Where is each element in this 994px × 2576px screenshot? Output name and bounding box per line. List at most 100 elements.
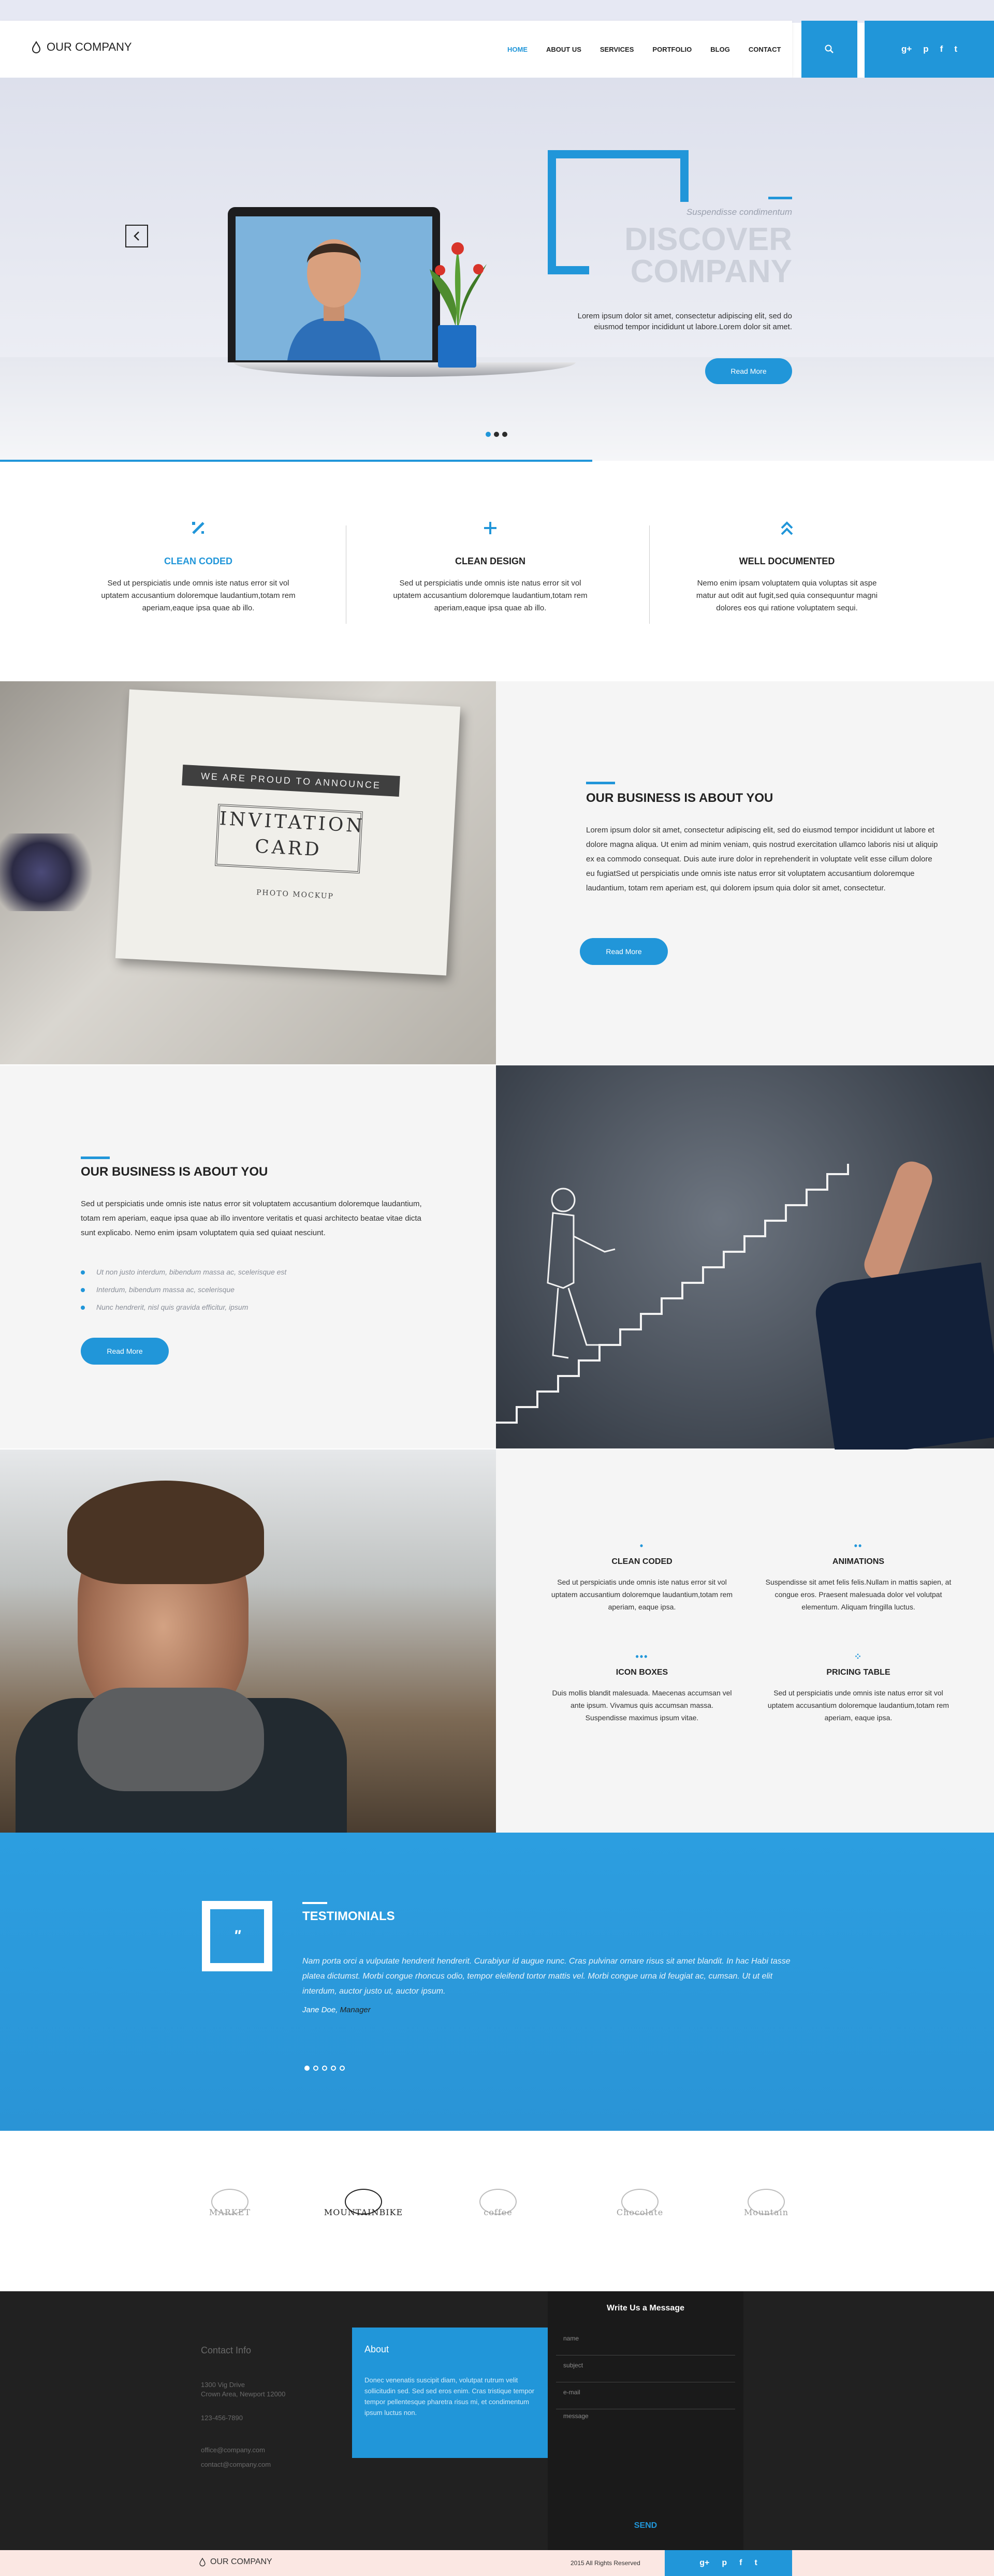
pinterest-icon[interactable]: p (923, 44, 928, 54)
client-logo-mountain[interactable]: Mountain (735, 2179, 797, 2226)
feature-text: Sed ut perspiciatis unde omnis iste natu… (101, 579, 296, 612)
slider-progress-bar (0, 460, 592, 462)
about-read-more-button[interactable]: Read More (81, 1338, 169, 1365)
about-read-more-button[interactable]: Read More (580, 938, 668, 965)
list-item: Interdum, bibendum massa ac, scelerisque (81, 1281, 286, 1298)
google-plus-icon[interactable]: g+ (901, 44, 912, 54)
pinterest-icon[interactable]: p (722, 2558, 727, 2568)
twitter-icon[interactable]: t (754, 2558, 757, 2568)
hero-read-more-button[interactable]: Read More (705, 358, 792, 384)
three-dots-icon: ••• (635, 1651, 649, 1662)
testimonials-accent-line (302, 1902, 327, 1904)
feature-title: CLEAN CODED (164, 556, 232, 566)
client-name: MARKET (209, 2207, 251, 2217)
feature-title: WELL DOCUMENTED (739, 556, 835, 566)
contact-info-title: Contact Info (201, 2345, 252, 2355)
email-link[interactable]: office@company.com (201, 2446, 265, 2455)
nav-portfolio[interactable]: PORTFOLIO (652, 46, 692, 53)
section-accent-line (586, 782, 615, 784)
subject-field[interactable]: subject (556, 2357, 735, 2382)
service-title: ICON BOXES (616, 1668, 668, 1677)
send-button[interactable]: SEND (548, 2521, 743, 2530)
logo[interactable]: OUR COMPANY (31, 40, 132, 54)
testimonial-author: Jane Doe, Manager (302, 2006, 371, 2014)
about-box-title: About (364, 2344, 389, 2354)
grid-dots-icon: ⁘ (854, 1651, 863, 1662)
service-text: Suspendisse sit amet felis felis.Nullam … (765, 1578, 952, 1611)
testimonial-dot[interactable] (340, 2066, 345, 2071)
author-name: Jane Doe, (302, 2006, 338, 2014)
contact-form-title: Write Us a Message (607, 2304, 684, 2312)
feature-clean-design: CLEAN DESIGN Sed ut perspiciatis unde om… (392, 518, 589, 614)
message-field[interactable]: message (556, 2412, 735, 2516)
list-item: Ut non justo interdum, bibendum massa ac… (81, 1263, 286, 1281)
hero-frame-right (680, 150, 689, 202)
nav-services[interactable]: SERVICES (600, 46, 634, 53)
search-icon (825, 45, 834, 53)
address-line: Crown Area, Newport 12000 (201, 2390, 286, 2398)
suit-sleeve (812, 1262, 994, 1460)
hero-text: Lorem ipsum dolor sit amet, consectetur … (577, 312, 792, 331)
testimonial-dot[interactable] (331, 2066, 336, 2071)
feature-clean-coded: CLEAN CODED Sed ut perspiciatis unde omn… (100, 518, 297, 614)
card-title-box: INVITATION CARD (215, 803, 366, 874)
service-title: PRICING TABLE (826, 1668, 890, 1677)
service-text: Duis mollis blandit malesuada. Maecenas … (552, 1689, 732, 1722)
client-logo-market[interactable]: MARKET (199, 2179, 261, 2226)
service-title: ANIMATIONS (832, 1557, 885, 1566)
slider-dot[interactable] (486, 432, 491, 437)
client-name: coffee (484, 2207, 513, 2217)
client-name: Mountain (743, 2207, 788, 2217)
slider-dots (486, 432, 507, 437)
email-link[interactable]: contact@company.com (201, 2460, 271, 2469)
nav-about[interactable]: ABOUT US (546, 46, 581, 53)
service-text: Sed ut perspiciatis unde omnis iste natu… (767, 1689, 949, 1722)
twitter-icon[interactable]: t (954, 44, 957, 54)
hero-frame-top (548, 150, 689, 158)
slider-dot[interactable] (494, 432, 499, 437)
service-text: Sed ut perspiciatis unde omnis iste natu… (551, 1578, 733, 1611)
portrait-scarf (78, 1688, 264, 1791)
double-chevron-up-icon (689, 518, 885, 544)
service-title: CLEAN CODED (611, 1557, 673, 1566)
nav-blog[interactable]: BLOG (710, 46, 730, 53)
footer-about-box: About Donec venenatis suscipit diam, vol… (352, 2328, 548, 2458)
testimonial-dot[interactable] (304, 2066, 310, 2071)
slider-dot[interactable] (502, 432, 507, 437)
dot-icon: • (639, 1541, 645, 1551)
client-logo-coffee[interactable]: coffee (467, 2179, 529, 2226)
main-nav: HOME ABOUT US SERVICES PORTFOLIO BLOG CO… (507, 46, 781, 53)
feature-text: Nemo enim ipsam voluptatem quia voluptas… (696, 579, 878, 612)
slider-prev-button[interactable] (125, 225, 148, 247)
drop-logo-icon (199, 2557, 206, 2567)
about-title: OUR BUSINESS IS ABOUT YOU (81, 1165, 268, 1179)
nav-contact[interactable]: CONTACT (749, 46, 781, 53)
facebook-icon[interactable]: f (940, 44, 943, 54)
email-field[interactable]: e-mail (556, 2383, 735, 2409)
service-animations: •• ANIMATIONS Suspendisse sit amet felis… (765, 1541, 952, 1613)
google-plus-icon[interactable]: g+ (699, 2558, 709, 2568)
bottom-bar (0, 2550, 994, 2576)
footer-logo[interactable]: OUR COMPANY (199, 2557, 272, 2567)
hero-subtitle: Suspendisse condimentum (686, 207, 792, 217)
nav-home[interactable]: HOME (507, 46, 528, 53)
about-text: Sed ut perspiciatis unde omnis iste natu… (81, 1199, 422, 1237)
client-logo-mountainbike[interactable]: MOUNTAINBIKE (324, 2179, 402, 2226)
feature-well-documented: WELL DOCUMENTED Nemo enim ipsam voluptat… (689, 518, 885, 614)
client-name: Chocolate (616, 2207, 664, 2217)
search-button[interactable] (801, 21, 857, 78)
portrait-hair (67, 1481, 264, 1584)
testimonial-dot[interactable] (322, 2066, 327, 2071)
drop-logo-icon (32, 41, 41, 53)
plant-image (425, 233, 492, 339)
name-field[interactable]: name (556, 2330, 735, 2355)
about-title: OUR BUSINESS IS ABOUT YOU (586, 791, 773, 805)
service-pricing-table: ⁘ PRICING TABLE Sed ut perspiciatis unde… (765, 1651, 952, 1724)
feature-title: CLEAN DESIGN (455, 556, 525, 566)
client-logo-chocolate[interactable]: Chocolate (609, 2179, 671, 2226)
client-name: MOUNTAINBIKE (324, 2207, 403, 2217)
quote-icon: " (202, 1901, 272, 1971)
facebook-icon[interactable]: f (739, 2558, 742, 2568)
testimonial-dot[interactable] (313, 2066, 318, 2071)
copyright: 2015 All Rights Reserved (571, 2559, 640, 2567)
